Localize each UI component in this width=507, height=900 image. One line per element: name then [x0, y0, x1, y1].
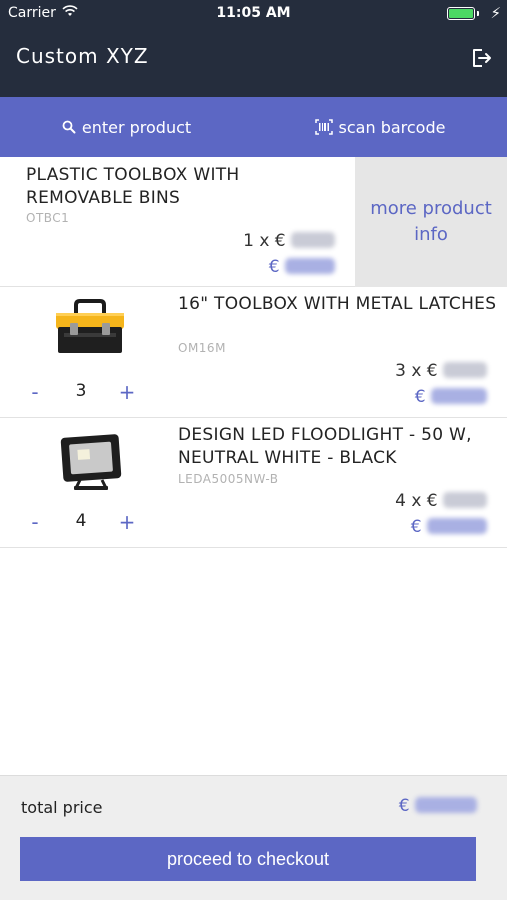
obscured-total-price — [415, 797, 477, 813]
battery-tip — [477, 11, 479, 16]
total-currency: € — [268, 257, 280, 277]
quantity-times-currency: 3 x € — [395, 361, 438, 381]
line-total: € — [411, 517, 487, 537]
total-currency: € — [398, 796, 410, 816]
quantity-stepper: - 3 + — [20, 380, 150, 410]
toolbox-image — [56, 299, 124, 353]
product-name: 16" TOOLBOX WITH METAL LATCHES — [178, 294, 497, 314]
decrease-quantity-button[interactable]: - — [20, 510, 50, 534]
obscured-unit-price — [443, 362, 487, 378]
total-currency: € — [414, 387, 426, 407]
obscured-line-total — [285, 258, 335, 274]
enter-product-button[interactable]: enter product — [0, 97, 253, 157]
charging-icon: ⚡ — [490, 4, 501, 22]
quantity-value: 3 — [75, 381, 87, 401]
unit-price-line: 4 x € — [395, 491, 487, 511]
product-sku: LEDA5005NW-B — [178, 472, 279, 486]
obscured-line-total — [431, 388, 487, 404]
cart-footer: total price € proceed to checkout — [0, 775, 507, 900]
increase-quantity-button[interactable]: + — [112, 380, 142, 404]
line-total: € — [415, 387, 487, 407]
obscured-unit-price — [291, 232, 335, 248]
battery-level — [449, 9, 473, 18]
product-search-bar: enter product scan barcode — [0, 97, 507, 157]
app-title: Custom XYZ — [16, 44, 149, 68]
line-total: € — [269, 257, 335, 277]
app-header: Carrier 11:05 AM ⚡ Custom XYZ — [0, 0, 507, 97]
product-sku: OM16M — [178, 341, 226, 355]
total-price-label: total price — [21, 798, 103, 817]
logout-icon[interactable] — [469, 46, 493, 70]
quantity-stepper: - 4 + — [20, 510, 150, 540]
unit-price-line: 3 x € — [395, 361, 487, 381]
cart-item-led-floodlight[interactable]: - 4 + DESIGN LED FLOODLIGHT - 50 W, NEUT… — [0, 418, 507, 548]
cart-item-plastic-toolbox[interactable]: PLASTIC TOOLBOX WITH REMOVABLE BINS OTBC… — [0, 157, 507, 287]
scan-barcode-label: scan barcode — [338, 117, 446, 137]
quantity-times-currency: 4 x € — [395, 491, 438, 511]
obscured-line-total — [427, 518, 487, 534]
quantity-times-currency: 1 x € — [243, 231, 286, 251]
cart-item-metal-toolbox[interactable]: - 3 + 16" TOOLBOX WITH METAL LATCHES OM1… — [0, 287, 507, 418]
unit-price-line: 1 x € — [243, 231, 335, 251]
scan-barcode-button[interactable]: scan barcode — [253, 97, 507, 157]
obscured-unit-price — [443, 492, 487, 508]
product-name: PLASTIC TOOLBOX WITH REMOVABLE BINS — [26, 165, 240, 208]
floodlight-image — [60, 434, 122, 490]
battery-icon — [447, 7, 475, 20]
more-product-info-button[interactable]: more product info — [355, 157, 507, 287]
product-sku: OTBC1 — [26, 211, 70, 225]
quantity-value: 4 — [75, 511, 87, 531]
product-name: DESIGN LED FLOODLIGHT - 50 W, NEUTRAL WH… — [178, 425, 472, 468]
status-bar: Carrier 11:05 AM ⚡ — [0, 0, 507, 28]
proceed-to-checkout-button[interactable]: proceed to checkout — [20, 837, 476, 881]
barcode-icon — [314, 119, 333, 135]
enter-product-label: enter product — [81, 117, 192, 137]
total-price-value: € — [399, 796, 477, 816]
increase-quantity-button[interactable]: + — [112, 510, 142, 534]
total-currency: € — [410, 517, 422, 537]
decrease-quantity-button[interactable]: - — [20, 380, 50, 404]
search-icon — [62, 120, 76, 134]
app-screen: Carrier 11:05 AM ⚡ Custom XYZ enter prod… — [0, 0, 507, 900]
status-time: 11:05 AM — [216, 5, 291, 21]
